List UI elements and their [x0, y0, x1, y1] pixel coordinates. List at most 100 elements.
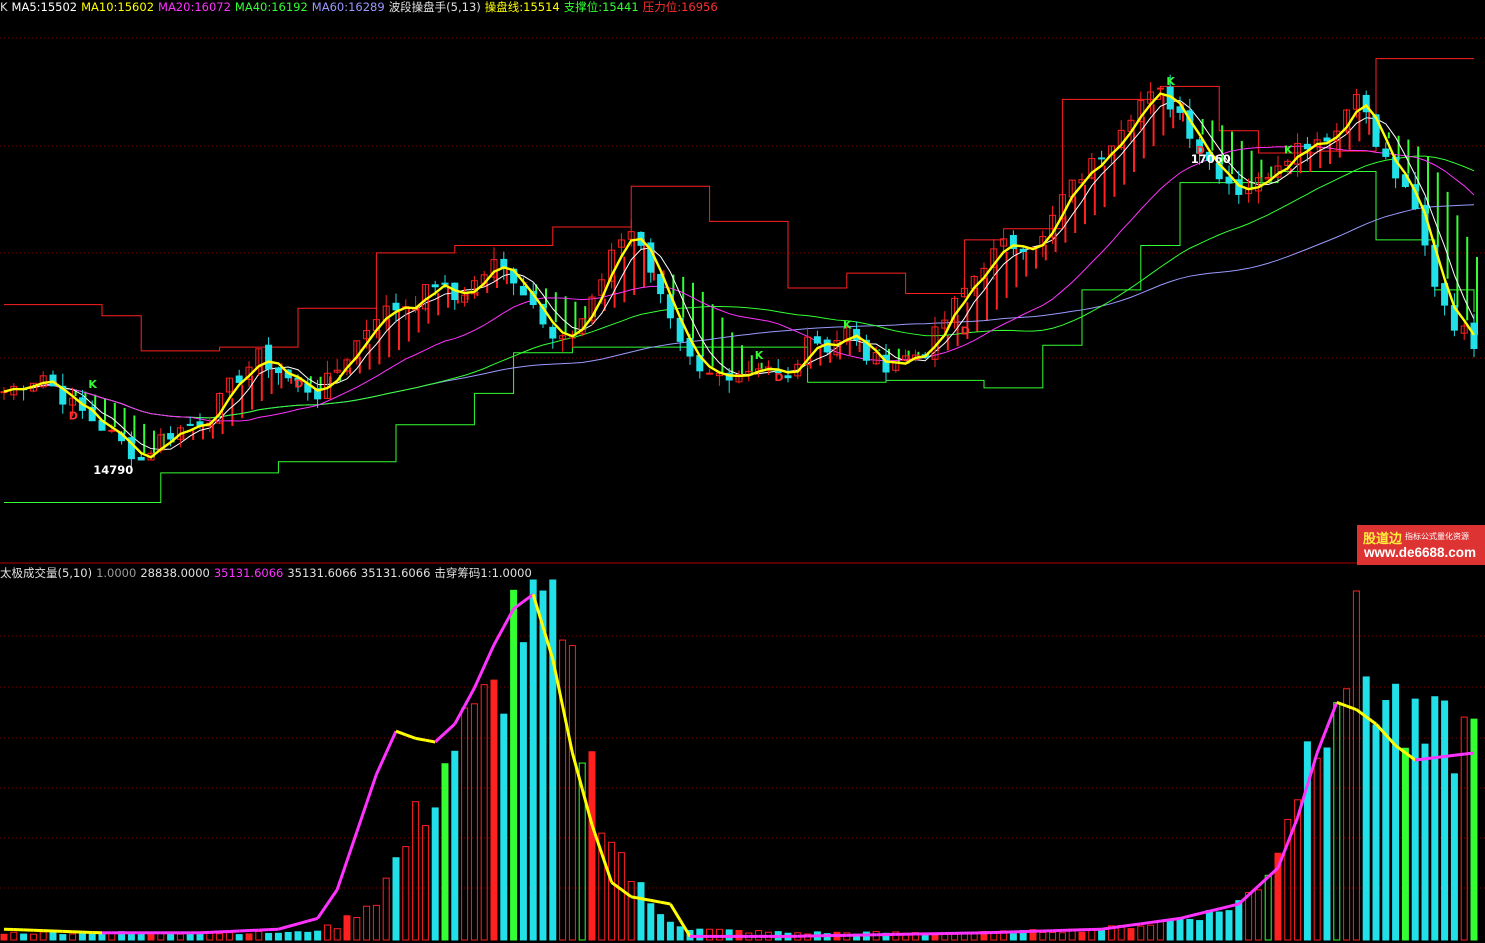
- volume-trend-line: [1150, 919, 1161, 924]
- volume-bar: [1264, 874, 1272, 941]
- volume-bar: [372, 904, 380, 941]
- candle-body: [549, 326, 557, 339]
- volume-bar: [461, 707, 469, 941]
- volume-bar: [235, 934, 243, 941]
- candle-body: [519, 285, 527, 296]
- volume-trend-line: [384, 730, 398, 754]
- low-label: 14790: [93, 463, 133, 477]
- volume-bar: [343, 915, 351, 941]
- sell-signal-label: K: [88, 378, 97, 391]
- volume-bar: [1411, 698, 1419, 941]
- volume-bar: [647, 903, 655, 941]
- volume-bar: [588, 751, 596, 941]
- volume-bar: [490, 679, 498, 941]
- volume-bar: [1323, 747, 1331, 941]
- volume-trend-line: [1120, 923, 1132, 928]
- volume-trend-line: [492, 626, 506, 646]
- volume-bar: [1431, 696, 1439, 941]
- volume-bar: [431, 807, 439, 941]
- volume-bar: [1176, 918, 1184, 941]
- candle-body: [813, 336, 821, 344]
- volume-bar: [627, 880, 635, 941]
- volume-trend-line: [375, 752, 388, 776]
- volume-bar: [402, 846, 410, 941]
- buy-signal-label: D: [961, 325, 970, 338]
- volume-trend-line: [425, 738, 436, 744]
- volume-trend-line: [1247, 884, 1260, 897]
- volume-trend-line: [1454, 752, 1465, 757]
- volume-trend-line: [287, 922, 299, 928]
- volume-trend-line: [1101, 926, 1112, 931]
- candle-body: [1303, 143, 1311, 150]
- volume-trend-line: [1424, 756, 1435, 761]
- volume-bar: [1215, 911, 1223, 941]
- volume-bar: [176, 933, 184, 941]
- volume-bar: [1313, 757, 1321, 941]
- candle-body: [137, 456, 145, 461]
- volume-bar: [1196, 920, 1204, 941]
- volume-bar: [1343, 688, 1351, 941]
- volume-bar: [157, 932, 165, 941]
- volume-trend-line: [1130, 922, 1142, 927]
- volume-bar: [186, 933, 194, 941]
- volume-trend-line: [1218, 904, 1230, 911]
- volume-bar: [568, 645, 576, 941]
- volume-bar: [78, 932, 86, 941]
- candle-body: [1382, 148, 1390, 157]
- volume-bar: [363, 905, 371, 941]
- watermark-line2: www.de6688.com: [1364, 545, 1477, 560]
- sell-signal-label: K: [843, 318, 852, 331]
- volume-bar: [29, 933, 37, 941]
- volume-trend-line: [316, 903, 329, 920]
- volume-trend-line: [355, 802, 369, 833]
- volume-bar: [715, 928, 723, 941]
- volume-trend-line: [278, 925, 289, 931]
- volume-trend-line: [630, 895, 642, 901]
- volume-trend-line: [1160, 918, 1171, 923]
- volume-bar: [500, 713, 508, 941]
- volume-trend-line: [660, 900, 671, 906]
- volume-bar: [1450, 773, 1458, 941]
- stock-chart: 1706014790KDDKDKKDD K: [0, 37, 1485, 941]
- volume-bar: [1421, 743, 1429, 941]
- candle-body: [1098, 157, 1106, 160]
- candle-body: [1470, 322, 1478, 350]
- volume-bar: [676, 926, 684, 941]
- volume-bar: [225, 932, 233, 941]
- volume-bar: [39, 931, 47, 941]
- volume-bar: [421, 825, 429, 941]
- volume-trend-line: [1111, 925, 1122, 930]
- volume-trend-line: [335, 860, 349, 891]
- volume-trend-line: [1346, 704, 1357, 712]
- watermark-line1-small: 指标公式量化资源: [1405, 532, 1469, 541]
- volume-bar: [49, 931, 57, 941]
- volume-trend-line: [640, 897, 652, 902]
- buy-signal-label: D: [69, 410, 78, 423]
- volume-trend-line: [1209, 907, 1220, 913]
- volume-bar: [412, 801, 420, 941]
- volume-bar: [1049, 932, 1057, 941]
- volume-trend-line: [1169, 916, 1181, 922]
- volume-trend-line: [1464, 751, 1475, 756]
- volume-trend-line: [326, 888, 339, 905]
- volume-bar: [1088, 929, 1096, 941]
- volume-bar: [1009, 933, 1017, 941]
- volume-bar: [1166, 919, 1174, 941]
- volume-trend-line: [1257, 875, 1270, 888]
- volume-bar: [1401, 747, 1409, 941]
- volume-bar: [98, 933, 106, 941]
- volume-bar: [1039, 932, 1047, 941]
- volume-bar: [1372, 724, 1380, 941]
- volume-bar: [20, 933, 28, 941]
- volume-trend-line: [561, 705, 574, 754]
- volume-trend-line: [669, 903, 682, 921]
- volume-bar: [284, 931, 292, 941]
- volume-bar: [1078, 931, 1086, 941]
- volume-bar: [608, 841, 616, 941]
- volume-bar: [1303, 741, 1311, 941]
- volume-bar: [294, 931, 302, 941]
- volume-bar: [314, 930, 322, 941]
- volume-bar: [480, 684, 488, 941]
- volume-bar: [539, 590, 547, 941]
- volume-bar: [470, 703, 478, 941]
